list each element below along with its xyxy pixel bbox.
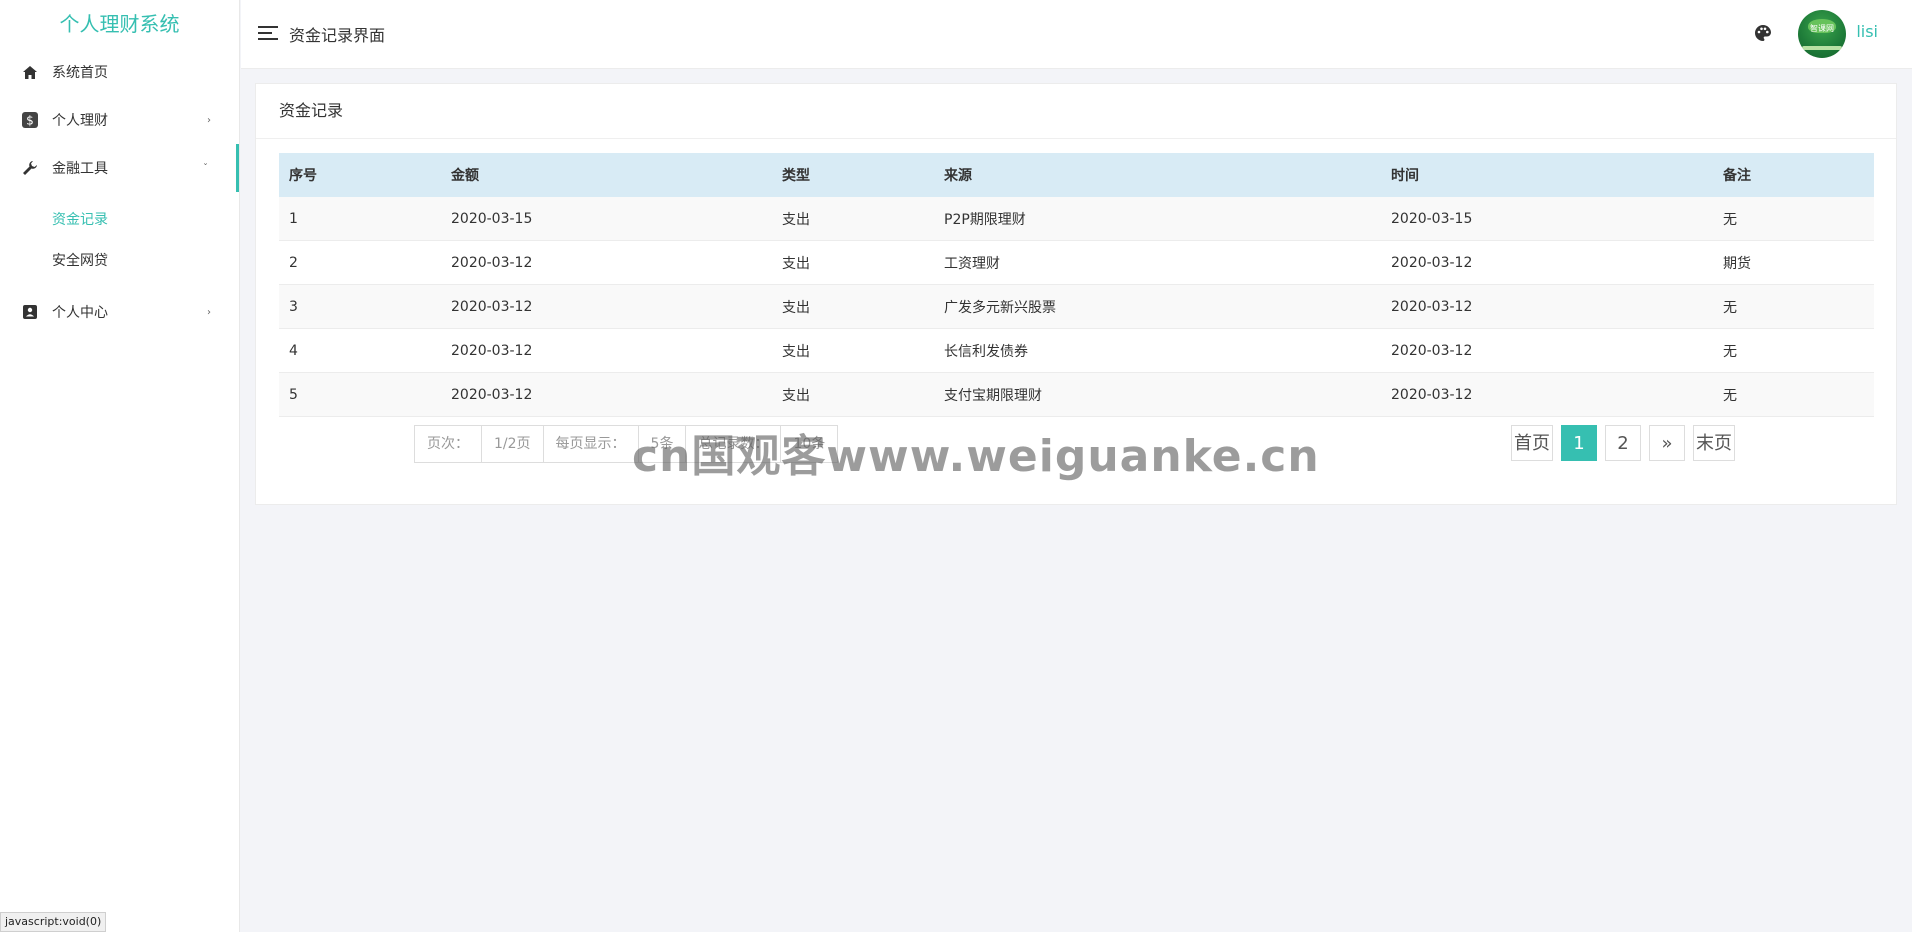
palette-icon[interactable] bbox=[1754, 24, 1772, 46]
sidebar-item-personal-center[interactable]: 个人中心 › bbox=[0, 288, 239, 336]
table-cell: 期货 bbox=[1713, 240, 1874, 285]
table-cell: 广发多元新兴股票 bbox=[934, 284, 1381, 329]
per-page-value: 5条 bbox=[639, 426, 687, 462]
username-link[interactable]: lisi bbox=[1856, 22, 1878, 41]
page-label: 页次： bbox=[415, 426, 482, 462]
sidebar-subitem-fund-records[interactable]: 资金记录 bbox=[0, 200, 239, 241]
table-cell: 3 bbox=[279, 284, 441, 329]
table-cell: 2020-03-12 bbox=[1381, 328, 1713, 373]
per-page-label: 每页显示： bbox=[544, 426, 639, 462]
contact-card-icon bbox=[22, 304, 38, 320]
column-header: 来源 bbox=[934, 153, 1381, 197]
home-icon bbox=[22, 64, 38, 80]
table-cell: 无 bbox=[1713, 284, 1874, 329]
avatar[interactable]: 智课网 bbox=[1798, 10, 1846, 58]
table-cell: 无 bbox=[1713, 328, 1874, 373]
table-cell: 支出 bbox=[772, 284, 934, 329]
column-header: 金额 bbox=[441, 153, 772, 197]
table-cell: 2020-03-12 bbox=[441, 240, 772, 285]
table-cell: 4 bbox=[279, 328, 441, 373]
column-header: 序号 bbox=[279, 153, 441, 197]
next-page-button[interactable]: » bbox=[1649, 425, 1685, 461]
table-cell: 2020-03-12 bbox=[1381, 284, 1713, 329]
table-cell: 2020-03-12 bbox=[441, 372, 772, 417]
top-header: 资金记录界面 智课网 lisi bbox=[241, 0, 1912, 69]
table-cell: 1 bbox=[279, 197, 441, 241]
table-row: 2 2020-03-12 支出 工资理财 2020-03-12 期货 bbox=[279, 240, 1874, 285]
total-value: 10条 bbox=[793, 436, 826, 452]
svg-text:$: $ bbox=[26, 114, 34, 128]
table-cell: 支出 bbox=[772, 372, 934, 417]
page-2-button[interactable]: 2 bbox=[1605, 425, 1641, 461]
total-label: 总记录数： bbox=[686, 426, 782, 462]
last-page-button[interactable]: 末页 bbox=[1693, 425, 1735, 461]
table-header-row: 序号 金额 类型 来源 时间 备注 bbox=[279, 153, 1874, 197]
sidebar-item-label: 金融工具 bbox=[52, 161, 108, 177]
sidebar: 个人理财系统 系统首页 $ 个人理财 › 金融工具 ˇ 资金记录 安全网贷 个人… bbox=[0, 0, 240, 932]
menu-toggle-icon[interactable] bbox=[258, 26, 278, 42]
fund-records-card: 资金记录 序号 金额 类型 来源 时间 备注 1 2020-03-15 支出 P… bbox=[255, 83, 1897, 505]
first-page-button[interactable]: 首页 bbox=[1511, 425, 1553, 461]
table-row: 4 2020-03-12 支出 长信利发债券 2020-03-12 无 bbox=[279, 328, 1874, 373]
chevron-right-icon: › bbox=[207, 306, 211, 318]
table-cell: 支出 bbox=[772, 328, 934, 373]
sidebar-item-financial-tools[interactable]: 金融工具 ˇ bbox=[0, 144, 239, 192]
column-header: 时间 bbox=[1381, 153, 1713, 197]
table-cell: 2020-03-12 bbox=[441, 328, 772, 373]
app-title: 个人理财系统 bbox=[59, 12, 180, 36]
table-cell: 2020-03-12 bbox=[1381, 240, 1713, 285]
per-page-unit: 条 bbox=[659, 436, 674, 452]
financial-tools-submenu: 资金记录 安全网贷 bbox=[0, 192, 239, 288]
sidebar-subitem-safe-loans[interactable]: 安全网贷 bbox=[0, 241, 239, 282]
table-cell: 5 bbox=[279, 372, 441, 417]
table-cell: 2 bbox=[279, 240, 441, 285]
chevron-down-icon: ˇ bbox=[203, 162, 208, 174]
column-header: 备注 bbox=[1713, 153, 1874, 197]
table-cell: 支付宝期限理财 bbox=[934, 372, 1381, 417]
sidebar-item-home[interactable]: 系统首页 bbox=[0, 48, 239, 96]
pagination-info: 页次： 1/2页 每页显示： 5条 总记录数： 10条 bbox=[414, 425, 839, 463]
page-title: 资金记录界面 bbox=[289, 26, 386, 45]
column-header: 类型 bbox=[772, 153, 934, 197]
table-cell: 2020-03-12 bbox=[1381, 372, 1713, 417]
pager: 首页 1 2 » 末页 bbox=[1511, 425, 1735, 461]
chevron-right-icon: › bbox=[207, 114, 211, 126]
avatar-text: 智课网 bbox=[1810, 24, 1834, 33]
sidebar-item-label: 个人中心 bbox=[52, 305, 108, 321]
browser-status-bar: javascript:void(0) bbox=[0, 912, 107, 932]
card-title: 资金记录 bbox=[256, 84, 1896, 139]
table-cell: 支出 bbox=[772, 197, 934, 241]
table-cell: 无 bbox=[1713, 197, 1874, 241]
table-cell: 支出 bbox=[772, 240, 934, 285]
table-cell: P2P期限理财 bbox=[934, 197, 1381, 241]
table-row: 1 2020-03-15 支出 P2P期限理财 2020-03-15 无 bbox=[279, 197, 1874, 241]
page-1-button[interactable]: 1 bbox=[1561, 425, 1597, 461]
table-cell: 2020-03-15 bbox=[1381, 197, 1713, 241]
table-row: 3 2020-03-12 支出 广发多元新兴股票 2020-03-12 无 bbox=[279, 284, 1874, 329]
table-row: 5 2020-03-12 支出 支付宝期限理财 2020-03-12 无 bbox=[279, 372, 1874, 417]
table-cell: 2020-03-15 bbox=[441, 197, 772, 241]
sidebar-item-personal-finance[interactable]: $ 个人理财 › bbox=[0, 96, 239, 144]
dollar-icon: $ bbox=[22, 112, 38, 128]
wrench-icon bbox=[22, 160, 38, 176]
sidebar-item-label: 系统首页 bbox=[52, 65, 108, 81]
fund-records-table: 序号 金额 类型 来源 时间 备注 1 2020-03-15 支出 P2P期限理… bbox=[279, 153, 1874, 417]
table-cell: 无 bbox=[1713, 372, 1874, 417]
sidebar-item-label: 个人理财 bbox=[52, 113, 108, 129]
table-cell: 2020-03-12 bbox=[441, 284, 772, 329]
table-cell: 工资理财 bbox=[934, 240, 1381, 285]
table-cell: 长信利发债券 bbox=[934, 328, 1381, 373]
page-value: 1/2页 bbox=[482, 426, 544, 462]
